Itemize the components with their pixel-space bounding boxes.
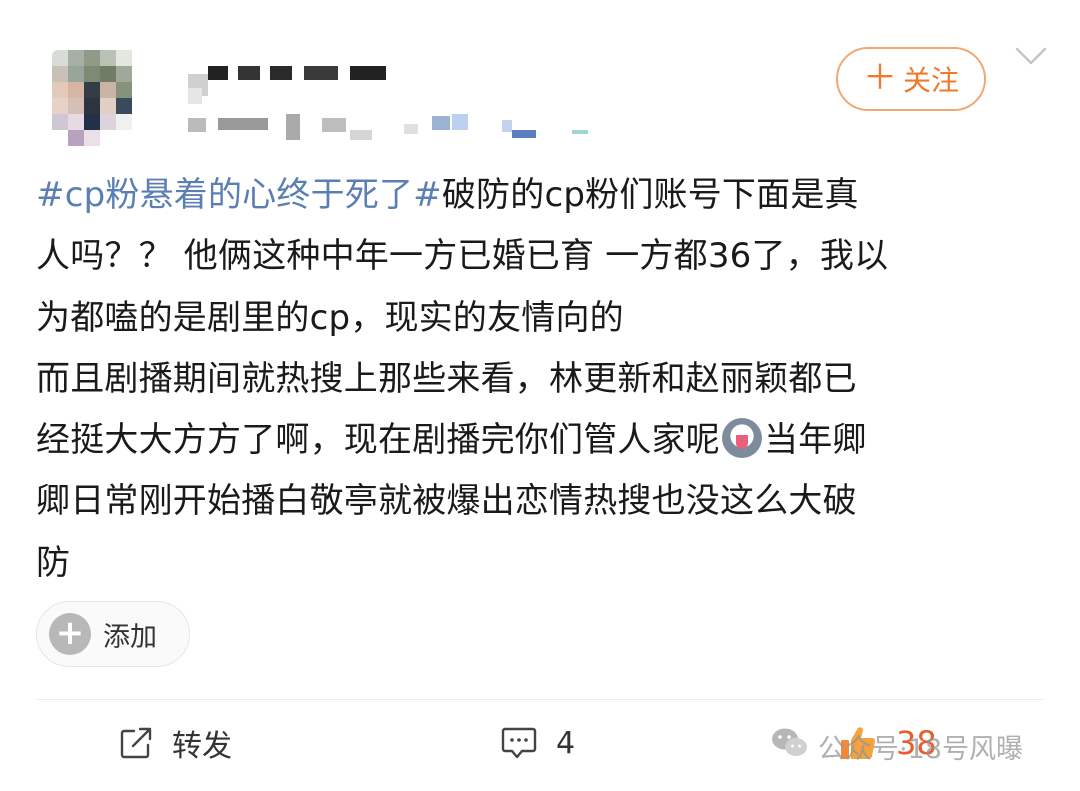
add-label: 添加 (103, 621, 157, 653)
repost-button[interactable]: 转发 (118, 716, 232, 770)
topic-link[interactable]: #cp粉悬着的心终于死了# (36, 175, 442, 215)
chevron-down-icon[interactable] (1014, 44, 1048, 70)
post-line: 人吗？？ 他俩这种中年一方已婚已育 一方都36了，我以 (36, 236, 889, 277)
watermark: 公众号·18号风曝 (770, 724, 1023, 768)
wechat-icon (770, 726, 810, 767)
divider (36, 699, 1044, 700)
repost-label: 转发 (172, 729, 232, 764)
share-square-icon (118, 725, 154, 761)
plus-icon: ＋ (862, 57, 897, 98)
post-line-text: 破防的cp粉们账号下面是真 (441, 175, 859, 215)
post-line: 而且剧播期间就热搜上那些来看，林更新和赵丽颖都已 (36, 358, 857, 399)
post-line: 防 (36, 542, 71, 583)
dog-face-emoji-icon (722, 418, 762, 459)
add-button[interactable]: + 添加 (36, 601, 190, 667)
post-line: 为都嗑的是剧里的cp，现实的友情向的 (36, 297, 624, 338)
username-obscured[interactable] (182, 60, 602, 140)
post-line-text: 经挺大大方方了啊，现在剧播完你们管人家呢 (36, 420, 720, 461)
post-line: 卿日常刚开始播白敬亭就被爆出恋情热搜也没这么大破 (36, 481, 857, 522)
comment-count: 4 (556, 725, 576, 761)
avatar[interactable] (52, 50, 148, 146)
comment-button[interactable]: 4 (500, 716, 575, 770)
post-line-text: 当年卿 (764, 420, 867, 461)
follow-label: 关注 (902, 64, 959, 97)
weibo-post-card: ＋ 关注 #cp粉悬着的心终于死了#破防的cp粉们账号下面是真 人吗？？ 他俩这… (0, 0, 1080, 791)
plus-circle-icon: + (49, 613, 91, 655)
post-line: #cp粉悬着的心终于死了#破防的cp粉们账号下面是真 (36, 165, 1046, 226)
post-line: 经挺大大方方了啊，现在剧播完你们管人家呢 当年卿 (36, 410, 1046, 471)
follow-button[interactable]: ＋ 关注 (836, 47, 986, 111)
comment-bubble-icon (500, 725, 538, 761)
watermark-text: 公众号·18号风曝 (818, 733, 1023, 765)
post-text: #cp粉悬着的心终于死了#破防的cp粉们账号下面是真 人吗？？ 他俩这种中年一方… (36, 165, 1046, 594)
